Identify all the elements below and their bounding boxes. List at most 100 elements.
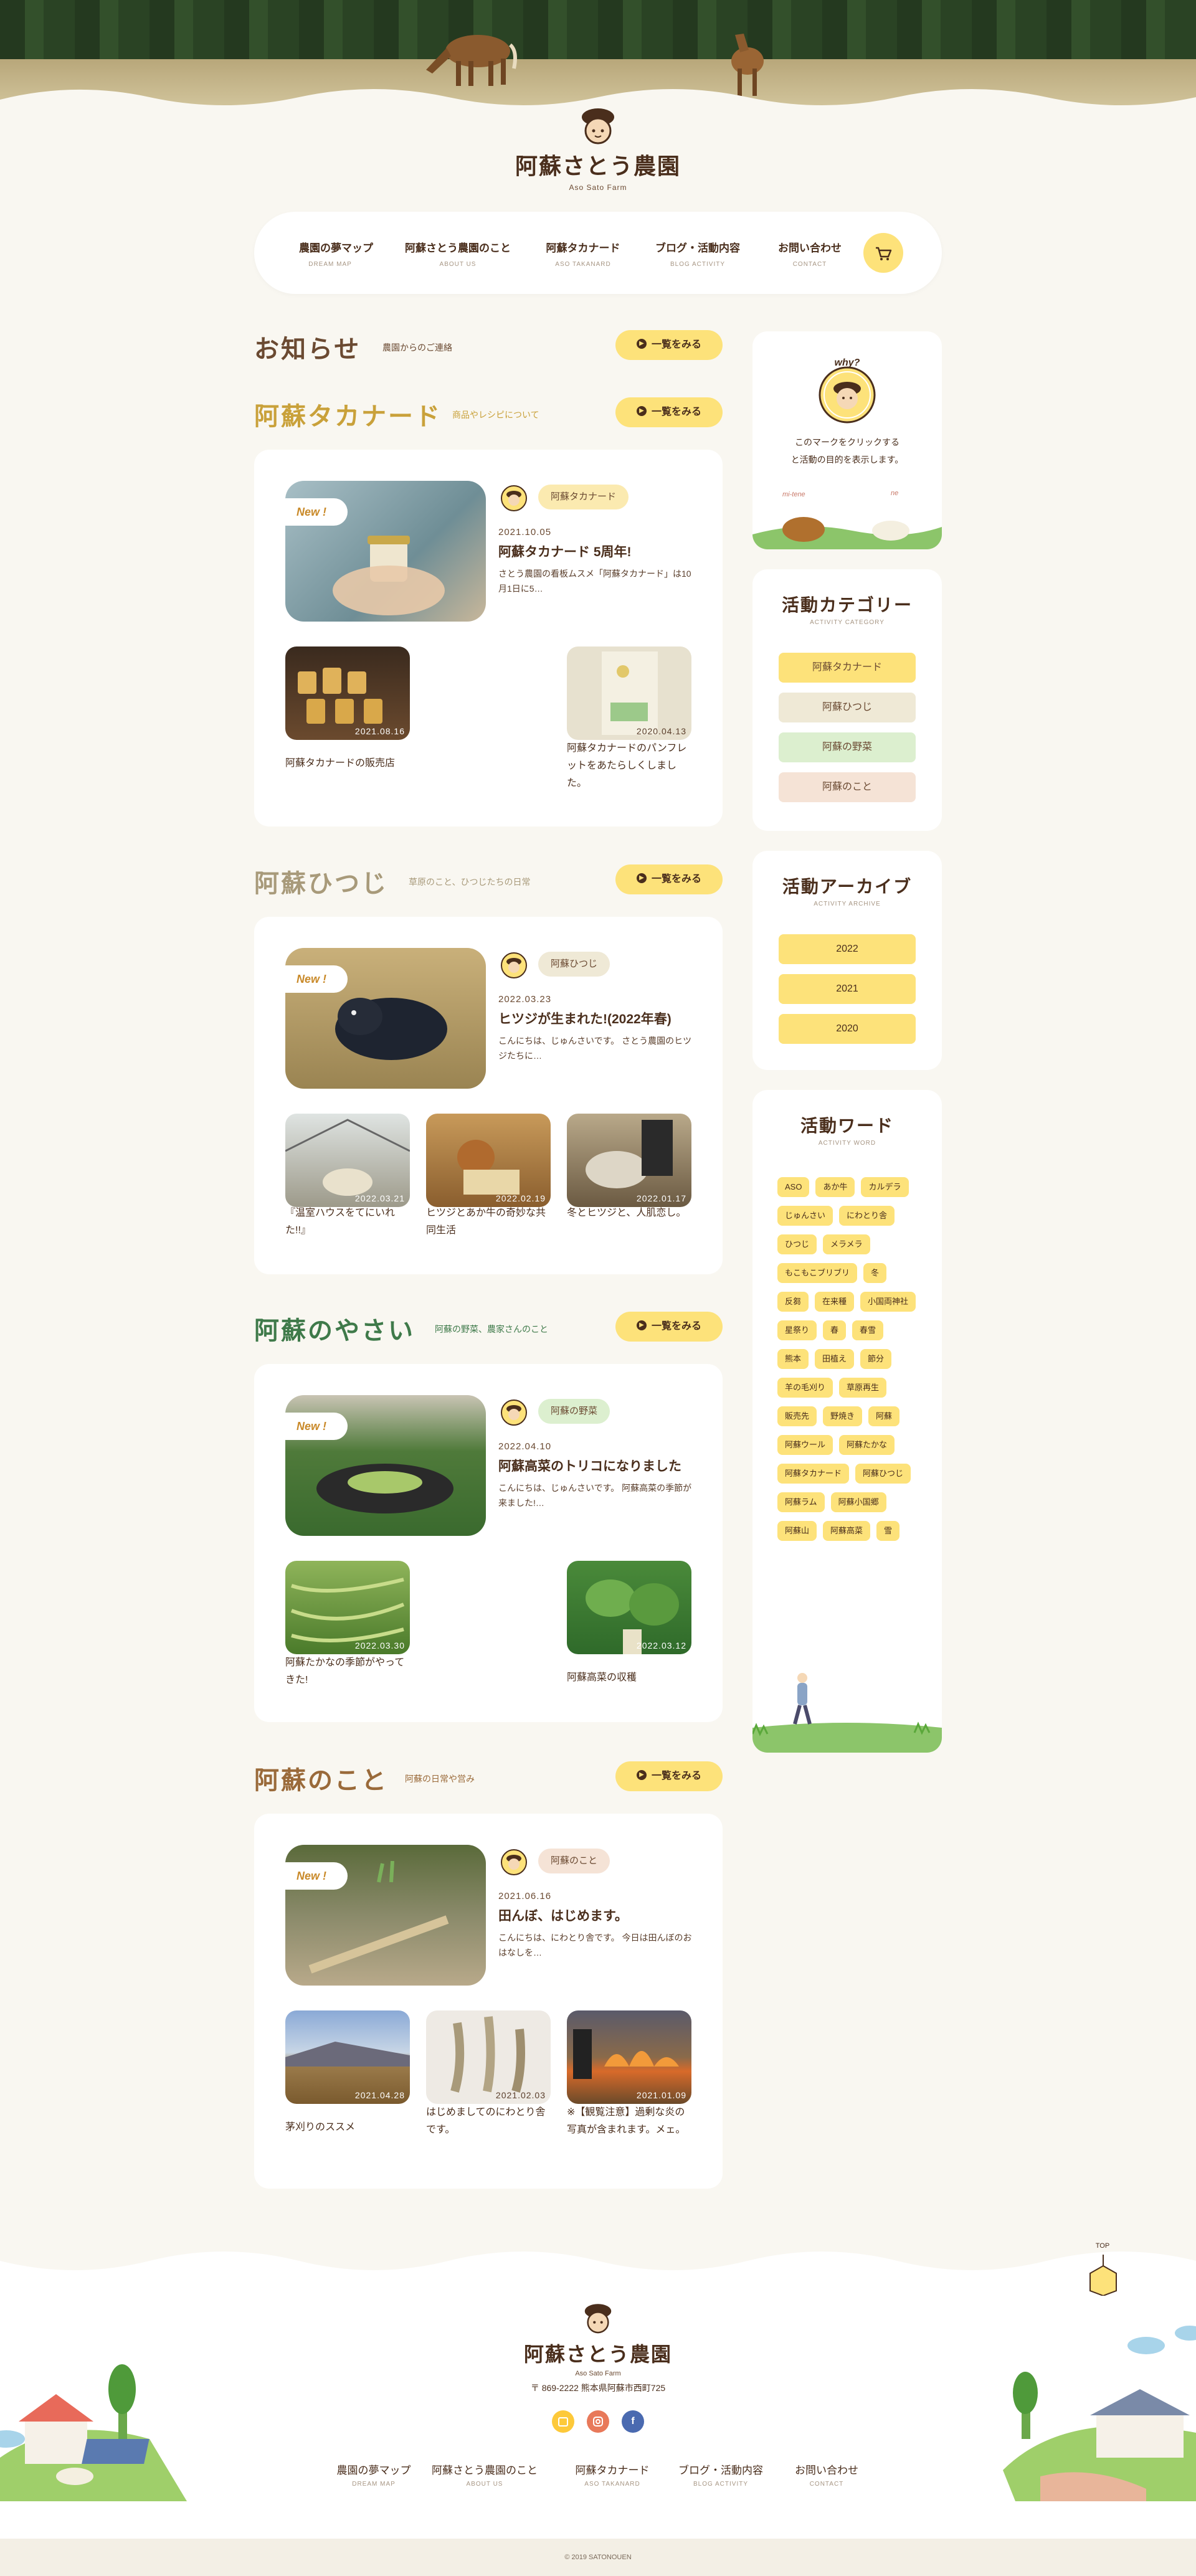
word-tag[interactable]: 販売先: [777, 1406, 817, 1426]
featured-title[interactable]: 田んぼ、はじめます。: [498, 1907, 704, 1925]
word-tag[interactable]: 阿蘇ひつじ: [855, 1464, 911, 1484]
archive-year[interactable]: 2021: [779, 974, 916, 1004]
post-thumbnail[interactable]: 2021.08.16: [285, 646, 410, 740]
word-tag[interactable]: 阿蘇山: [777, 1521, 817, 1541]
news-more-button[interactable]: ▶ 一覧をみる: [615, 330, 723, 360]
post-title[interactable]: 阿蘇高菜の収穫: [567, 1669, 691, 1687]
word-tag[interactable]: 小国両神社: [860, 1292, 916, 1312]
nav-takanard[interactable]: 阿蘇タカナード ASO TAKANARD: [546, 239, 620, 268]
post-thumbnail[interactable]: 2022.01.17: [567, 1114, 691, 1207]
featured-title[interactable]: 阿蘇高菜のトリコになりました: [498, 1457, 704, 1475]
shop-button[interactable]: [552, 2410, 574, 2433]
word-tag[interactable]: 春: [823, 1320, 847, 1340]
word-tag[interactable]: 阿蘇: [868, 1406, 900, 1426]
word-tag[interactable]: 星祭り: [777, 1320, 817, 1340]
word-tag[interactable]: じゅんさい: [777, 1206, 833, 1226]
word-tag[interactable]: 羊の毛刈り: [777, 1378, 833, 1398]
category-tag[interactable]: 阿蘇タカナード: [538, 485, 629, 509]
word-tag[interactable]: 冬: [863, 1263, 887, 1283]
post-title[interactable]: 冬とヒツジと、人肌恋し。: [567, 1205, 691, 1222]
why-icon[interactable]: [498, 1845, 529, 1876]
nav-contact[interactable]: お問い合わせ CONTACT: [772, 239, 847, 268]
post-title[interactable]: 茅刈りのススメ: [285, 2119, 410, 2136]
word-tag[interactable]: 阿蘇小国郷: [830, 1492, 886, 1512]
featured-image[interactable]: New !: [285, 481, 486, 622]
word-tag[interactable]: 節分: [860, 1349, 892, 1369]
post-thumbnail[interactable]: 2021.02.03: [426, 2010, 551, 2104]
footer-logo[interactable]: 阿蘇さとう農園 Aso Sato Farm: [511, 2302, 685, 2377]
featured-excerpt: こんにちは、じゅんさいです。 さとう農園のヒツジたちに…: [498, 1036, 692, 1061]
section-more-button[interactable]: ▶ 一覧をみる: [615, 397, 723, 427]
word-tag[interactable]: にわとり舎: [839, 1206, 895, 1226]
archive-year[interactable]: 2022: [779, 934, 916, 964]
section-more-button[interactable]: ▶ 一覧をみる: [615, 1312, 723, 1342]
post-title[interactable]: はじめましてのにわとり舎です。: [426, 2104, 551, 2139]
word-tag[interactable]: 阿蘇タカナード: [777, 1464, 850, 1484]
post-title[interactable]: 『温室ハウスをてにいれた!!』: [285, 1205, 410, 1239]
facebook-button[interactable]: f: [622, 2410, 644, 2433]
section-more-button[interactable]: ▶ 一覧をみる: [615, 1761, 723, 1791]
featured-title[interactable]: ヒツジが生まれた!(2022年春): [498, 1010, 704, 1028]
word-tag[interactable]: カルデラ: [861, 1177, 909, 1197]
why-icon[interactable]: [498, 481, 529, 512]
post-thumbnail[interactable]: 2022.03.12: [567, 1561, 691, 1654]
word-tag[interactable]: メラメラ: [823, 1234, 870, 1254]
footer-nav-blog[interactable]: ブログ・活動内容 BLOG ACTIVITY: [674, 2461, 767, 2488]
post-thumbnail[interactable]: 2021.04.28: [285, 2010, 410, 2104]
top-button[interactable]: TOP: [1084, 2242, 1121, 2298]
category-tag[interactable]: 阿蘇ひつじ: [538, 952, 610, 977]
post-thumbnail[interactable]: 2022.03.21: [285, 1114, 410, 1207]
category-item[interactable]: 阿蘇のこと: [779, 772, 916, 802]
word-tag[interactable]: 熊本: [777, 1349, 809, 1369]
post-thumbnail[interactable]: 2022.02.19: [426, 1114, 551, 1207]
word-tag[interactable]: 草原再生: [839, 1378, 887, 1398]
footer-nav-dream-map[interactable]: 農園の夢マップ DREAM MAP: [330, 2461, 417, 2488]
word-tag[interactable]: ひつじ: [777, 1234, 817, 1254]
category-tag[interactable]: 阿蘇の野菜: [538, 1399, 610, 1424]
word-tag[interactable]: 春雪: [852, 1320, 884, 1340]
section-card-takanard: New ! 阿蘇タカナード 2021.10.05 阿蘇タカナード 5周年! さと…: [254, 450, 723, 826]
footer-nav-contact[interactable]: お問い合わせ CONTACT: [786, 2461, 867, 2488]
category-tag[interactable]: 阿蘇のこと: [538, 1849, 610, 1873]
word-tag[interactable]: 阿蘇ラム: [777, 1492, 825, 1512]
word-tag[interactable]: 阿蘇ウール: [777, 1435, 833, 1455]
word-tag[interactable]: 田植え: [815, 1349, 855, 1369]
category-item[interactable]: 阿蘇の野菜: [779, 732, 916, 762]
post-thumbnail[interactable]: 2021.01.09: [567, 2010, 691, 2104]
section-more-button[interactable]: ▶ 一覧をみる: [615, 864, 723, 894]
post-title[interactable]: ※【観覧注意】過剰な炎の写真が含まれます。メェ。: [567, 2104, 691, 2139]
why-icon[interactable]: [498, 1395, 529, 1426]
post-title[interactable]: 阿蘇たかなの季節がやってきた!: [285, 1654, 410, 1689]
post-title[interactable]: 阿蘇タカナードの販売店: [285, 755, 410, 772]
post-title[interactable]: ヒツジとあか牛の奇妙な共同生活: [426, 1205, 551, 1239]
nav-blog[interactable]: ブログ・活動内容 BLOG ACTIVITY: [654, 239, 741, 268]
word-tag[interactable]: もこもこブリブリ: [777, 1263, 858, 1283]
word-tag[interactable]: 在来種: [815, 1292, 855, 1312]
category-item[interactable]: 阿蘇タカナード: [779, 653, 916, 683]
word-tag[interactable]: 阿蘇高菜: [823, 1521, 871, 1541]
word-tag[interactable]: あか牛: [815, 1177, 855, 1197]
word-tag[interactable]: 野焼き: [823, 1406, 863, 1426]
featured-title[interactable]: 阿蘇タカナード 5周年!: [498, 543, 704, 561]
site-sub: Aso Sato Farm: [569, 183, 627, 192]
nav-about[interactable]: 阿蘇さとう農園のこと ABOUT US: [405, 239, 511, 268]
word-tag[interactable]: 阿蘇たかな: [839, 1435, 895, 1455]
word-tag[interactable]: ASO: [777, 1177, 810, 1197]
word-tag[interactable]: 反芻: [777, 1292, 809, 1312]
archive-year[interactable]: 2020: [779, 1014, 916, 1044]
word-tag[interactable]: 雪: [876, 1521, 900, 1541]
site-logo[interactable]: 阿蘇さとう農園 Aso Sato Farm: [511, 106, 685, 193]
post-title[interactable]: 阿蘇タカナードのパンフレットをあたらしくしました。: [567, 740, 691, 792]
footer-nav-takanard[interactable]: 阿蘇タカナード ASO TAKANARD: [566, 2461, 659, 2488]
footer-nav-about[interactable]: 阿蘇さとう農園のこと ABOUT US: [429, 2461, 541, 2488]
featured-image[interactable]: New !: [285, 1395, 486, 1536]
post-thumbnail[interactable]: 2020.04.13: [567, 646, 691, 740]
instagram-button[interactable]: [587, 2410, 609, 2433]
post-thumbnail[interactable]: 2022.03.30: [285, 1561, 410, 1654]
cart-button[interactable]: [863, 233, 903, 273]
category-item[interactable]: 阿蘇ひつじ: [779, 693, 916, 722]
why-icon[interactable]: [498, 948, 529, 979]
featured-image[interactable]: New !: [285, 948, 486, 1089]
featured-image[interactable]: New !: [285, 1845, 486, 1986]
nav-dream-map[interactable]: 農園の夢マップ DREAM MAP: [299, 239, 373, 268]
